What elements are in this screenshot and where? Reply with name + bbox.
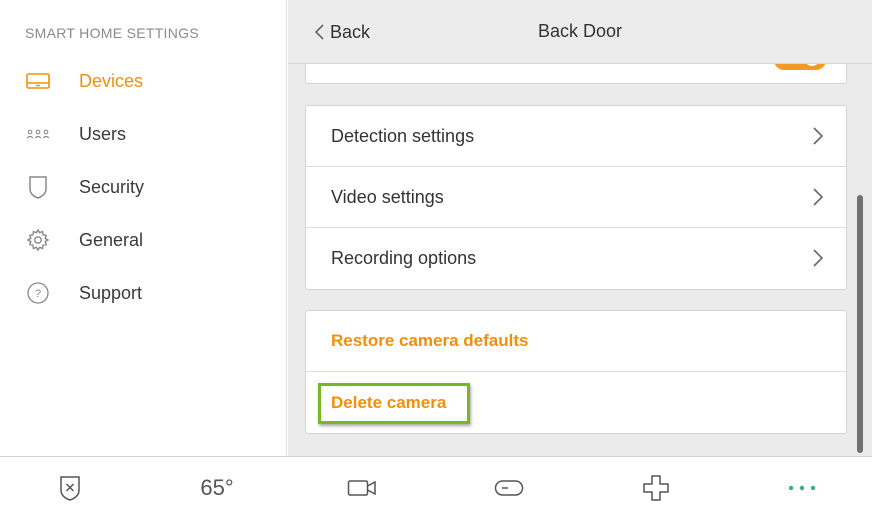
sidebar: SMART HOME SETTINGS Devices Users Securi… — [0, 0, 287, 456]
temperature-value: 65° — [200, 475, 234, 500]
chevron-right-icon — [813, 249, 824, 267]
chevron-right-icon — [813, 127, 824, 145]
users-icon — [26, 122, 50, 146]
restore-camera-defaults-button[interactable]: Restore camera defaults — [306, 311, 846, 372]
sidebar-item-label: Users — [79, 123, 127, 144]
more-button[interactable] — [772, 457, 832, 518]
gear-icon — [26, 228, 50, 252]
security-shield-icon — [60, 476, 80, 501]
sidebar-item-security[interactable]: Security — [0, 165, 287, 209]
video-settings-row[interactable]: Video settings — [306, 167, 846, 228]
sidebar-item-devices[interactable]: Devices — [0, 59, 287, 103]
row-label: Recording options — [331, 248, 477, 268]
main-panel: Back Back Door Detection settings Video … — [288, 0, 872, 456]
remote-icon — [494, 480, 524, 496]
sidebar-item-label: Security — [79, 176, 145, 197]
sidebar-heading: SMART HOME SETTINGS — [25, 25, 199, 41]
sidebar-item-label: Devices — [79, 70, 144, 91]
detection-settings-row[interactable]: Detection settings — [306, 106, 846, 167]
help-icon: ? — [26, 281, 50, 305]
shield-icon — [26, 175, 50, 199]
add-button[interactable] — [626, 457, 686, 518]
row-label: Delete camera — [331, 392, 447, 412]
row-label: Video settings — [331, 186, 444, 207]
thermostat-button[interactable]: 65° — [187, 457, 247, 518]
remote-button[interactable] — [479, 457, 539, 518]
svg-text:?: ? — [35, 288, 41, 300]
settings-card: Detection settings Video settings Record… — [305, 105, 847, 290]
more-icon — [788, 485, 816, 491]
plus-icon — [643, 475, 669, 501]
chevron-right-icon — [813, 188, 824, 206]
delete-camera-button[interactable]: Delete camera — [306, 372, 846, 433]
sidebar-item-users[interactable]: Users — [0, 112, 287, 156]
camera-icon — [347, 480, 376, 496]
sidebar-item-label: Support — [79, 282, 143, 303]
page-title: Back Door — [537, 21, 623, 41]
camera-button[interactable] — [332, 457, 392, 518]
row-label: Restore camera defaults — [331, 331, 529, 350]
actions-card: Restore camera defaults Delete camera — [305, 310, 847, 434]
devices-icon — [26, 69, 50, 93]
recording-options-row[interactable]: Recording options — [306, 228, 846, 289]
sidebar-item-support[interactable]: ? Support — [0, 271, 287, 315]
scrollbar[interactable] — [857, 195, 863, 453]
security-shield-button[interactable] — [40, 457, 100, 518]
sidebar-item-general[interactable]: General — [0, 218, 287, 262]
sidebar-item-label: General — [79, 229, 144, 250]
header: Back Back Door — [288, 0, 872, 64]
bottom-bar: 65° — [0, 456, 872, 518]
row-label: Detection settings — [331, 125, 475, 146]
